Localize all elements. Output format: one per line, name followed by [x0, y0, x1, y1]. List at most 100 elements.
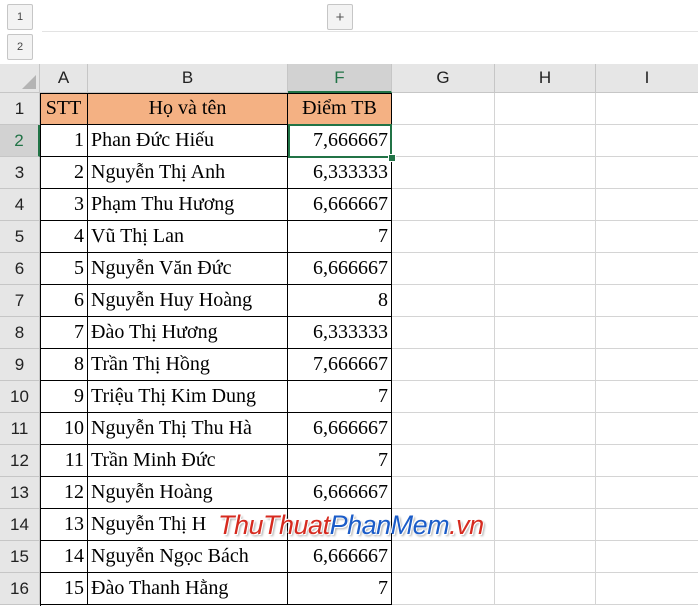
cell-a15[interactable]: 14: [40, 541, 88, 573]
cell-a7[interactable]: 6: [40, 285, 88, 317]
cell-f4[interactable]: 6,666667: [288, 189, 392, 221]
empty-cell[interactable]: [495, 541, 596, 573]
cell-f12[interactable]: 7: [288, 445, 392, 477]
empty-cell[interactable]: [392, 381, 495, 413]
empty-cell[interactable]: [596, 509, 698, 541]
cell-b11[interactable]: Nguyễn Thị Thu Hà: [88, 413, 288, 445]
empty-cell[interactable]: [596, 477, 698, 509]
empty-cell[interactable]: [495, 349, 596, 381]
outline-level-2-button[interactable]: 2: [7, 34, 33, 60]
cell-b2[interactable]: Phan Đức Hiếu: [88, 125, 288, 157]
empty-cell[interactable]: [596, 285, 698, 317]
column-header-i[interactable]: I: [596, 64, 698, 93]
empty-cell[interactable]: [392, 253, 495, 285]
cell-f10[interactable]: 7: [288, 381, 392, 413]
cell-a13[interactable]: 12: [40, 477, 88, 509]
cell-f9[interactable]: 7,666667: [288, 349, 392, 381]
empty-cell[interactable]: [495, 381, 596, 413]
empty-cell[interactable]: [495, 477, 596, 509]
cell-b12[interactable]: Trần Minh Đức: [88, 445, 288, 477]
empty-cell[interactable]: [495, 573, 596, 605]
row-header-6[interactable]: 6: [0, 253, 40, 285]
empty-cell[interactable]: [495, 253, 596, 285]
row-header-1[interactable]: 1: [0, 93, 40, 125]
empty-cell[interactable]: [495, 189, 596, 221]
cell-b13[interactable]: Nguyễn Hoàng: [88, 477, 288, 509]
empty-cell[interactable]: [392, 349, 495, 381]
row-header-7[interactable]: 7: [0, 285, 40, 317]
cell-a12[interactable]: 11: [40, 445, 88, 477]
empty-cell[interactable]: [495, 285, 596, 317]
table-header-cell[interactable]: Họ và tên: [88, 93, 288, 125]
empty-cell[interactable]: [392, 93, 495, 125]
row-header-11[interactable]: 11: [0, 413, 40, 445]
cell-f8[interactable]: 6,333333: [288, 317, 392, 349]
empty-cell[interactable]: [596, 541, 698, 573]
cell-a3[interactable]: 2: [40, 157, 88, 189]
cell-b5[interactable]: Vũ Thị Lan: [88, 221, 288, 253]
cell-b16[interactable]: Đào Thanh Hằng: [88, 573, 288, 605]
empty-cell[interactable]: [392, 317, 495, 349]
empty-cell[interactable]: [392, 573, 495, 605]
empty-cell[interactable]: [596, 573, 698, 605]
row-header-5[interactable]: 5: [0, 221, 40, 253]
cell-f2[interactable]: 7,666667: [288, 125, 392, 157]
outline-level-1-button[interactable]: 1: [7, 4, 33, 30]
cell-a10[interactable]: 9: [40, 381, 88, 413]
empty-cell[interactable]: [392, 125, 495, 157]
cell-a8[interactable]: 7: [40, 317, 88, 349]
cell-b8[interactable]: Đào Thị Hương: [88, 317, 288, 349]
cell-f11[interactable]: 6,666667: [288, 413, 392, 445]
empty-cell[interactable]: [495, 93, 596, 125]
empty-cell[interactable]: [596, 189, 698, 221]
cell-b3[interactable]: Nguyễn Thị Anh: [88, 157, 288, 189]
cell-b9[interactable]: Trần Thị Hồng: [88, 349, 288, 381]
column-header-b[interactable]: B: [88, 64, 288, 93]
empty-cell[interactable]: [495, 413, 596, 445]
row-header-13[interactable]: 13: [0, 477, 40, 509]
empty-cell[interactable]: [596, 221, 698, 253]
cell-a11[interactable]: 10: [40, 413, 88, 445]
column-header-a[interactable]: A: [40, 64, 88, 93]
cell-a5[interactable]: 4: [40, 221, 88, 253]
empty-cell[interactable]: [596, 413, 698, 445]
empty-cell[interactable]: [392, 221, 495, 253]
select-all-button[interactable]: [0, 64, 40, 93]
cell-a6[interactable]: 5: [40, 253, 88, 285]
row-header-8[interactable]: 8: [0, 317, 40, 349]
cell-f7[interactable]: 8: [288, 285, 392, 317]
column-header-f[interactable]: F: [288, 64, 392, 93]
row-header-12[interactable]: 12: [0, 445, 40, 477]
empty-cell[interactable]: [392, 189, 495, 221]
table-header-cell[interactable]: Điểm TB: [288, 93, 392, 125]
cell-a2[interactable]: 1: [40, 125, 88, 157]
empty-cell[interactable]: [495, 157, 596, 189]
cell-a14[interactable]: 13: [40, 509, 88, 541]
cell-f6[interactable]: 6,666667: [288, 253, 392, 285]
cell-b7[interactable]: Nguyễn Huy Hoàng: [88, 285, 288, 317]
empty-cell[interactable]: [596, 317, 698, 349]
cell-f13[interactable]: 6,666667: [288, 477, 392, 509]
cell-a9[interactable]: 8: [40, 349, 88, 381]
cell-a4[interactable]: 3: [40, 189, 88, 221]
row-header-2[interactable]: 2: [0, 125, 40, 157]
row-header-15[interactable]: 15: [0, 541, 40, 573]
row-header-9[interactable]: 9: [0, 349, 40, 381]
empty-cell[interactable]: [495, 317, 596, 349]
row-header-14[interactable]: 14: [0, 509, 40, 541]
empty-cell[interactable]: [596, 349, 698, 381]
column-header-h[interactable]: H: [495, 64, 596, 93]
cell-f3[interactable]: 6,333333: [288, 157, 392, 189]
empty-cell[interactable]: [392, 445, 495, 477]
table-header-cell[interactable]: STT: [40, 93, 88, 125]
empty-cell[interactable]: [495, 221, 596, 253]
empty-cell[interactable]: [392, 477, 495, 509]
row-header-10[interactable]: 10: [0, 381, 40, 413]
column-header-g[interactable]: G: [392, 64, 495, 93]
empty-cell[interactable]: [596, 157, 698, 189]
cell-a16[interactable]: 15: [40, 573, 88, 605]
cell-b6[interactable]: Nguyễn Văn Đức: [88, 253, 288, 285]
empty-cell[interactable]: [596, 93, 698, 125]
empty-cell[interactable]: [596, 381, 698, 413]
cell-b10[interactable]: Triệu Thị Kim Dung: [88, 381, 288, 413]
